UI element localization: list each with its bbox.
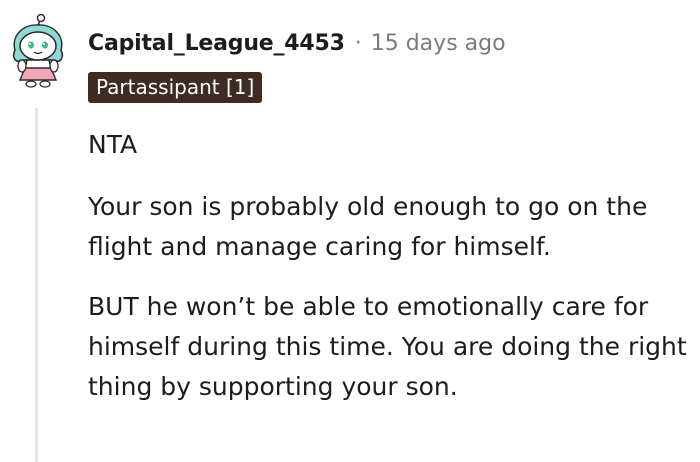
thread-collapse-line[interactable] [35,108,38,462]
comment: Capital_League_4453 · 15 days ago Partas… [0,0,700,462]
comment-header: Capital_League_4453 · 15 days ago [88,27,506,59]
comment-paragraph: NTA [88,130,138,159]
comment-paragraph: BUT he won’t be able to emotionally care… [88,292,687,401]
snoo-avatar-icon[interactable] [9,13,67,90]
username-link[interactable]: Capital_League_4453 [88,31,345,56]
timestamp-link[interactable]: 15 days ago [371,31,506,56]
comment-paragraph: Your son is probably old enough to go on… [88,192,648,261]
user-flair-badge: Partassipant [1] [88,72,263,103]
comment-body: NTA Your son is probably old enough to g… [88,125,696,427]
meta-separator: · [354,30,362,56]
